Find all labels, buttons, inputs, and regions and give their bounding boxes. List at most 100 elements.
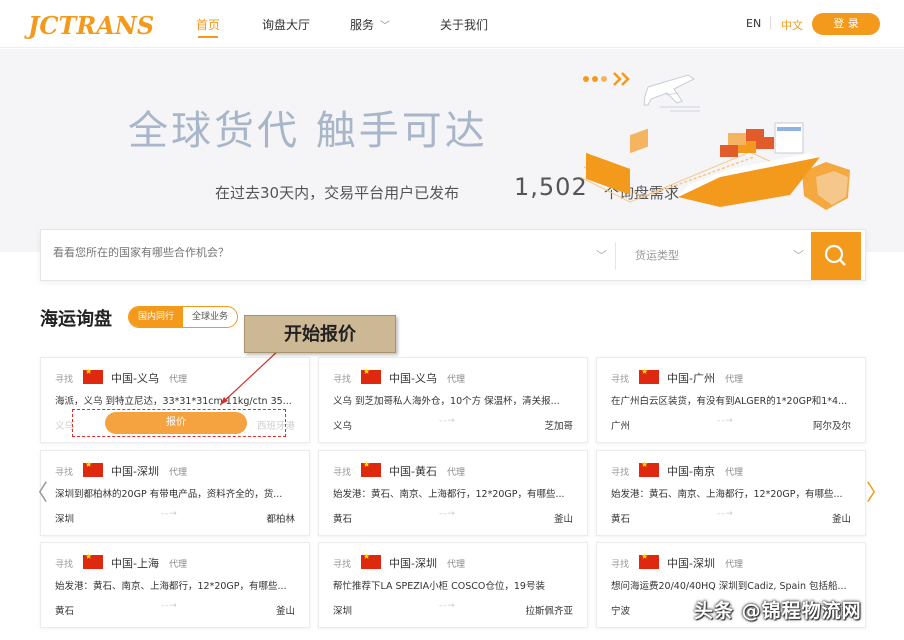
tab-domestic[interactable]: 国内同行 — [129, 307, 183, 327]
highlight-box — [72, 409, 286, 437]
chevron-down-icon[interactable]: ﹀ — [793, 247, 804, 263]
card-agent-tag: 代理 — [169, 560, 188, 570]
card-origin: 深圳 — [55, 514, 75, 525]
login-button[interactable]: 登 录 — [812, 13, 880, 35]
card-route: 中国-南京 — [667, 465, 715, 478]
card-destination: 釜山 — [553, 514, 573, 525]
inquiry-card[interactable]: 寻找 中国-上海 代理 始发港：黄石、南京、上海都行，12*20GP，有哪些..… — [40, 542, 310, 628]
hero-title: 全球货代 触手可达 — [128, 108, 488, 154]
tab-global[interactable]: 全球业务 — [183, 307, 237, 327]
search-icon — [824, 244, 846, 266]
chevron-right-icon[interactable]: 〉 — [866, 475, 888, 507]
china-flag-icon — [83, 552, 103, 569]
inquiry-card[interactable]: 寻找 中国-广州 代理 在广州白云区装货，有没有到ALGER的1*20GP和1*… — [596, 357, 866, 443]
card-origin: 黄石 — [611, 514, 631, 525]
annotation-callout: 开始报价 — [244, 315, 396, 353]
search-bar: ﹀ 货运类型 ﹀ — [40, 229, 866, 281]
card-find-label: 寻找 — [55, 375, 74, 385]
card-destination: 釜山 — [275, 606, 295, 617]
card-route: 中国-上海 — [111, 557, 159, 570]
search-input[interactable] — [53, 247, 603, 259]
card-route: 中国-黄石 — [389, 465, 437, 478]
inquiry-card[interactable]: 寻找 中国-义乌 代理 义乌 到芝加哥私人海外仓，10个方 保温杯，清关报...… — [318, 357, 588, 443]
freight-type-select[interactable]: 货运类型 — [635, 247, 679, 263]
card-find-label: 寻找 — [611, 468, 630, 478]
card-find-label: 寻找 — [55, 468, 74, 478]
card-route: 中国-广州 — [667, 372, 715, 385]
inquiry-card[interactable]: 寻找 中国-南京 代理 始发港：黄石、南京、上海都行，12*20GP，有哪些..… — [596, 450, 866, 536]
card-agent-tag: 代理 — [447, 468, 466, 478]
top-header: JCTRANS 首页 询盘大厅 服务 ﹀ 关于我们 EN 中文 登 录 — [0, 0, 904, 48]
annotation-arrow-icon — [219, 348, 281, 406]
card-agent-tag: 代理 — [725, 375, 744, 385]
card-destination: 阿尔及尔 — [812, 421, 851, 432]
nav-home[interactable]: 首页 — [196, 16, 220, 33]
hero-subtitle-prefix: 在过去30天内，交易平台用户已发布 — [215, 184, 460, 202]
card-description: 帮忙推荐下LA SPEZIA小柜 COSCO仓位，19号装 — [333, 581, 545, 592]
inquiry-card[interactable]: 寻找 中国-黄石 代理 始发港：黄石、南京、上海都行，12*20GP，有哪些..… — [318, 450, 588, 536]
card-route: 中国-深圳 — [111, 465, 159, 478]
card-find-label: 寻找 — [611, 375, 630, 385]
card-agent-tag: 代理 — [169, 468, 188, 478]
scope-toggle: 国内同行 全球业务 — [128, 306, 238, 328]
card-destination: 拉斯佩齐亚 — [525, 606, 573, 617]
card-origin: 深圳 — [333, 606, 353, 617]
watermark: 头条 @锦程物流网 — [694, 600, 862, 622]
card-route: 中国-深圳 — [667, 557, 715, 570]
search-divider — [615, 242, 616, 270]
card-agent-tag: 代理 — [447, 375, 466, 385]
china-flag-icon — [361, 460, 381, 477]
search-button[interactable] — [811, 232, 861, 280]
card-origin: 黄石 — [333, 514, 353, 525]
card-agent-tag: 代理 — [447, 560, 466, 570]
arrow-right-icon: - - → — [161, 509, 177, 519]
card-description: 在广州白云区装货，有没有到ALGER的1*20GP和1*4... — [611, 396, 848, 407]
card-origin: 宁波 — [611, 606, 631, 617]
hero-banner: 全球货代 触手可达 在过去30天内，交易平台用户已发布 1,502 个询盘需求 — [0, 49, 904, 252]
nav-services[interactable]: 服务 ﹀ — [350, 16, 390, 33]
china-flag-icon — [83, 460, 103, 477]
card-description: 义乌 到芝加哥私人海外仓，10个方 保温杯，清关报... — [333, 396, 560, 407]
inquiry-card[interactable]: 寻找 中国-深圳 代理 帮忙推荐下LA SPEZIA小柜 COSCO仓位，19号… — [318, 542, 588, 628]
card-description: 深圳到都柏林的20GP 有带电产品，资料齐全的，货... — [55, 489, 283, 500]
china-flag-icon — [639, 367, 659, 384]
card-origin: 义乌 — [333, 421, 353, 432]
nav-active-indicator — [198, 36, 218, 38]
card-agent-tag: 代理 — [169, 375, 188, 385]
chevron-down-icon[interactable]: ﹀ — [596, 247, 607, 263]
nav-services-label: 服务 — [350, 18, 375, 32]
jctrans-logo[interactable]: JCTRANS — [28, 11, 154, 40]
nav-inquiry-hall[interactable]: 询盘大厅 — [262, 16, 310, 33]
arrow-right-icon: - - → — [717, 416, 733, 426]
card-destination: 釜山 — [831, 514, 851, 525]
arrow-right-icon: - - → — [161, 601, 177, 611]
china-flag-icon — [639, 552, 659, 569]
shipping-illustration-icon — [579, 72, 850, 210]
chevron-down-icon: ﹀ — [380, 21, 391, 32]
chevron-left-icon[interactable]: 〈 — [26, 475, 48, 507]
card-find-label: 寻找 — [333, 560, 352, 570]
lang-en[interactable]: EN — [746, 17, 761, 30]
card-route: 中国-深圳 — [389, 557, 437, 570]
china-flag-icon — [361, 367, 381, 384]
china-flag-icon — [83, 367, 103, 384]
card-agent-tag: 代理 — [725, 468, 744, 478]
card-route: 中国-义乌 — [111, 372, 159, 385]
inquiry-card[interactable]: 寻找 中国-深圳 代理 深圳到都柏林的20GP 有带电产品，资料齐全的，货...… — [40, 450, 310, 536]
card-description: 始发港：黄石、南京、上海都行，12*20GP，有哪些... — [611, 489, 843, 500]
arrow-right-icon: - - → — [439, 601, 455, 611]
arrow-right-icon: - - → — [439, 509, 455, 519]
arrow-right-icon: - - → — [717, 509, 733, 519]
card-origin: 黄石 — [55, 606, 75, 617]
section-title: 海运询盘 — [40, 309, 112, 330]
arrow-right-icon: - - → — [439, 416, 455, 426]
card-destination: 都柏林 — [266, 514, 295, 525]
china-flag-icon — [361, 552, 381, 569]
card-find-label: 寻找 — [333, 375, 352, 385]
china-flag-icon — [639, 460, 659, 477]
card-find-label: 寻找 — [611, 560, 630, 570]
card-destination: 芝加哥 — [544, 421, 573, 432]
lang-zh[interactable]: 中文 — [781, 17, 803, 33]
nav-about[interactable]: 关于我们 — [440, 16, 488, 33]
card-description: 始发港：黄石、南京、上海都行，12*20GP，有哪些... — [55, 581, 287, 592]
